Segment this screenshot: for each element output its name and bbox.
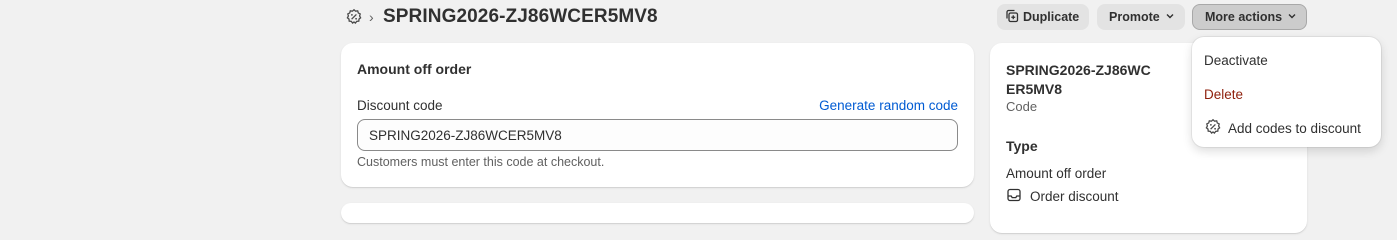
breadcrumb-separator: ›	[369, 9, 374, 25]
menu-item-label: Add codes to discount	[1228, 120, 1361, 136]
page-header: › SPRING2026-ZJ86WCER5MV8 Duplicate Prom…	[0, 0, 1397, 36]
card-title: Amount off order	[357, 61, 472, 77]
summary-type-value: Amount off order	[1006, 166, 1107, 181]
menu-item-label: Deactivate	[1204, 52, 1268, 68]
generate-random-code-link[interactable]: Generate random code	[819, 98, 958, 113]
duplicate-label: Duplicate	[1023, 10, 1080, 24]
discount-code-help-text: Customers must enter this code at checko…	[357, 155, 605, 169]
summary-type-detail-label: Order discount	[1030, 189, 1119, 204]
promote-button[interactable]: Promote	[1097, 4, 1185, 30]
summary-type-detail: Order discount	[1006, 187, 1119, 206]
summary-type-heading: Type	[1006, 138, 1038, 154]
more-actions-label: More actions	[1205, 10, 1283, 24]
menu-item-add-codes[interactable]: Add codes to discount	[1198, 114, 1375, 142]
menu-item-deactivate[interactable]: Deactivate	[1198, 46, 1375, 74]
menu-item-label: Delete	[1204, 86, 1244, 102]
summary-code-sublabel: Code	[1006, 99, 1038, 114]
discount-code-card: Amount off order Discount code Generate …	[341, 43, 974, 187]
next-card	[341, 203, 974, 223]
chevron-down-icon	[1164, 10, 1176, 25]
page-title: SPRING2026-ZJ86WCER5MV8	[383, 6, 658, 27]
discount-gear-icon[interactable]	[345, 8, 363, 26]
duplicate-button[interactable]: Duplicate	[997, 4, 1089, 30]
chevron-down-icon	[1286, 10, 1298, 25]
order-inbox-icon	[1006, 187, 1030, 206]
discount-code-input[interactable]	[357, 119, 958, 151]
promote-label: Promote	[1109, 10, 1160, 24]
more-actions-button[interactable]: More actions	[1192, 4, 1307, 30]
more-actions-menu: Deactivate Delete Add codes to discount	[1192, 37, 1381, 147]
summary-code: SPRING2026-ZJ86WCER5MV8	[1006, 62, 1151, 97]
discount-code-label: Discount code	[357, 98, 443, 113]
menu-item-delete[interactable]: Delete	[1198, 80, 1375, 108]
duplicate-icon	[1005, 9, 1019, 26]
discount-badge-icon	[1204, 118, 1228, 139]
